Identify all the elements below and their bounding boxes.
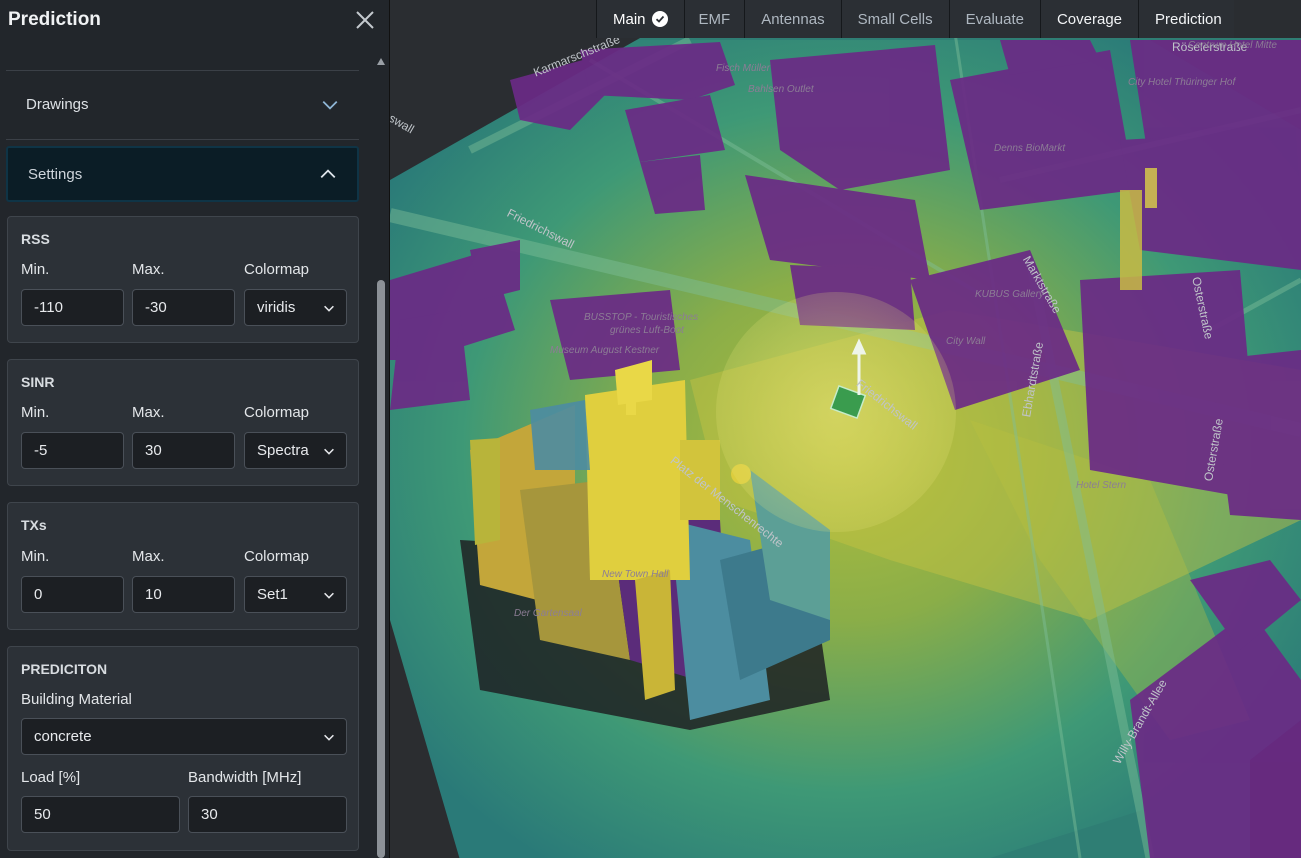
sidebar-scrollbar[interactable] bbox=[376, 58, 386, 858]
poi-label: Museum August Kestner bbox=[550, 345, 660, 356]
tab-small-cells[interactable]: Small Cells bbox=[840, 0, 949, 38]
tab-evaluate[interactable]: Evaluate bbox=[948, 0, 1040, 38]
tab-emf[interactable]: EMF bbox=[683, 0, 745, 38]
map-view[interactable]: Karmarschstraße Friedrichswall Friedrich… bbox=[390, 0, 1301, 858]
rss-card: RSS Min. Max. Colormap -110 -30 viridis bbox=[7, 216, 359, 343]
tab-emf-label: EMF bbox=[698, 10, 731, 28]
poi-label: Denns BioMarkt bbox=[994, 143, 1066, 154]
sinr-colormap-select[interactable]: Spectra bbox=[244, 432, 347, 469]
settings-accordion-label: Settings bbox=[28, 165, 83, 183]
chevron-down-icon bbox=[324, 734, 334, 741]
sinr-title: SINR bbox=[21, 374, 55, 390]
sinr-max-label: Max. bbox=[132, 404, 165, 421]
tab-small-cells-label: Small Cells bbox=[857, 10, 933, 28]
txs-title: TXs bbox=[21, 517, 47, 533]
building-material-label: Building Material bbox=[21, 691, 132, 708]
top-navigation: Main EMF Antennas Small Cells Evaluate C… bbox=[596, 0, 1234, 38]
poi-label: BUSSTOP - Touristisches bbox=[584, 312, 699, 323]
map-canvas[interactable] bbox=[390, 0, 1301, 858]
txs-min-input[interactable]: 0 bbox=[21, 576, 124, 613]
building-material-select[interactable]: concrete bbox=[21, 718, 347, 755]
rss-title: RSS bbox=[21, 231, 50, 247]
settings-accordion[interactable]: Settings bbox=[6, 146, 359, 202]
sinr-max-input[interactable]: 30 bbox=[132, 432, 235, 469]
sinr-card: SINR Min. Max. Colormap -5 30 Spectra bbox=[7, 359, 359, 486]
sinr-colormap-label: Colormap bbox=[244, 404, 310, 421]
poi-label: Fisch Müller bbox=[716, 63, 770, 74]
txs-max-label: Max. bbox=[132, 548, 165, 565]
prediction-sidebar: Prediction Drawings Settings RSS Min. Ma… bbox=[0, 0, 390, 858]
rss-colormap-select[interactable]: viridis bbox=[244, 289, 347, 326]
poi-label: Der Gartensaal bbox=[514, 608, 582, 619]
poi-label: City Hotel Thüringer Hof bbox=[1128, 77, 1236, 88]
scrollbar-thumb[interactable] bbox=[377, 280, 385, 858]
load-input[interactable]: 50 bbox=[21, 796, 180, 833]
drawings-accordion[interactable]: Drawings bbox=[6, 70, 359, 138]
tab-main-label: Main bbox=[613, 10, 646, 28]
accordion-divider bbox=[6, 139, 359, 140]
bandwidth-input[interactable]: 30 bbox=[188, 796, 347, 833]
sinr-colormap-value: Spectra bbox=[257, 442, 309, 459]
tab-antennas[interactable]: Antennas bbox=[744, 0, 841, 38]
poi-label: Bahlsen Outlet bbox=[748, 84, 814, 95]
check-circle-icon bbox=[651, 11, 668, 27]
chevron-down-icon bbox=[324, 592, 334, 599]
tab-prediction-label: Prediction bbox=[1155, 10, 1222, 28]
txs-card: TXs Min. Max. Colormap 0 10 Set1 bbox=[7, 502, 359, 630]
scroll-up-arrow-icon[interactable] bbox=[377, 58, 385, 65]
sidebar-header: Prediction bbox=[0, 0, 389, 40]
tab-prediction[interactable]: Prediction bbox=[1138, 0, 1234, 38]
tab-evaluate-label: Evaluate bbox=[965, 10, 1024, 28]
rss-min-label: Min. bbox=[21, 261, 50, 278]
prediction-title: PREDICITON bbox=[21, 661, 108, 677]
drawings-accordion-label: Drawings bbox=[26, 96, 89, 113]
rss-max-input[interactable]: -30 bbox=[132, 289, 235, 326]
sidebar-title: Prediction bbox=[8, 9, 101, 30]
txs-colormap-select[interactable]: Set1 bbox=[244, 576, 347, 613]
poi-label: Centrum Hotel Mitte bbox=[1188, 40, 1277, 51]
rss-colormap-label: Colormap bbox=[244, 261, 310, 278]
rss-min-input[interactable]: -110 bbox=[21, 289, 124, 326]
chevron-down-icon bbox=[322, 100, 338, 110]
poi-label: Hotel Stern bbox=[1076, 480, 1127, 491]
rss-max-label: Max. bbox=[132, 261, 165, 278]
poi-label: KUBUS Gallery bbox=[975, 289, 1044, 300]
close-icon[interactable] bbox=[354, 9, 376, 31]
poi-label: grünes Luft-Boot bbox=[610, 325, 684, 336]
bandwidth-label: Bandwidth [MHz] bbox=[188, 769, 302, 786]
sidebar-scroll-area: Drawings Settings RSS Min. Max. Colormap… bbox=[0, 58, 374, 858]
poi-label: City Wall bbox=[946, 336, 986, 347]
txs-colormap-label: Colormap bbox=[244, 548, 310, 565]
tab-antennas-label: Antennas bbox=[761, 10, 825, 28]
tab-coverage[interactable]: Coverage bbox=[1039, 0, 1139, 38]
prediction-card: PREDICITON Building Material concrete Lo… bbox=[7, 646, 359, 851]
building-material-value: concrete bbox=[34, 728, 92, 745]
txs-colormap-value: Set1 bbox=[257, 586, 288, 603]
sinr-min-input[interactable]: -5 bbox=[21, 432, 124, 469]
rss-colormap-value: viridis bbox=[257, 299, 296, 316]
chevron-down-icon bbox=[324, 305, 334, 312]
tab-main[interactable]: Main bbox=[596, 0, 684, 38]
txs-max-input[interactable]: 10 bbox=[132, 576, 235, 613]
tab-coverage-label: Coverage bbox=[1056, 10, 1123, 28]
sinr-min-label: Min. bbox=[21, 404, 50, 421]
load-label: Load [%] bbox=[21, 769, 81, 786]
txs-min-label: Min. bbox=[21, 548, 50, 565]
chevron-down-icon bbox=[324, 448, 334, 455]
chevron-up-icon bbox=[320, 169, 336, 179]
poi-label: New Town Hall bbox=[602, 569, 669, 580]
